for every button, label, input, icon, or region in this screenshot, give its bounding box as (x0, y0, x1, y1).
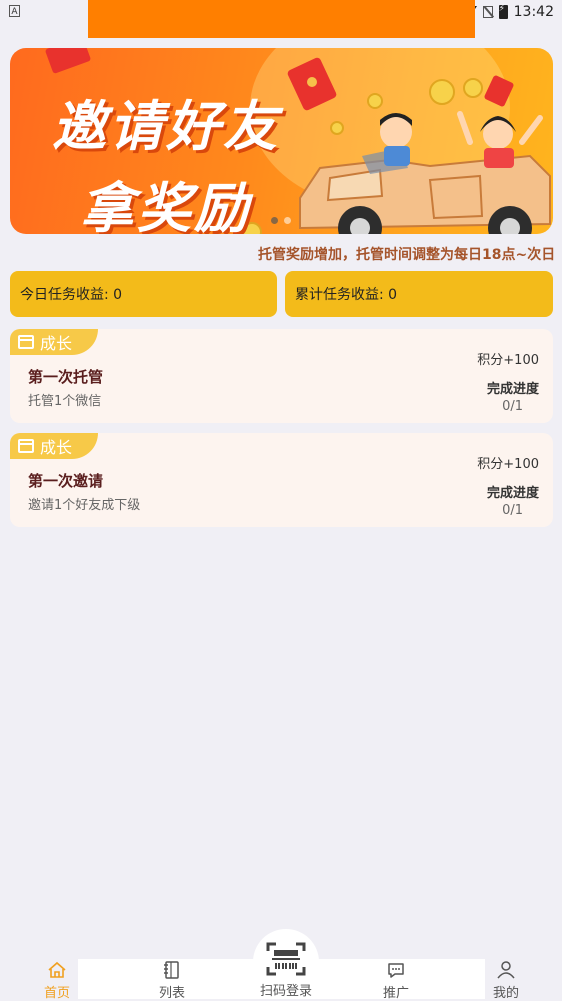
nav-scan[interactable] (257, 941, 315, 977)
task-tag: 成长 (10, 329, 98, 355)
nav-home-label: 首页 (43, 986, 70, 1001)
task-progress-label: 完成进度 (486, 486, 539, 501)
nav-promote-label: 推广 (382, 986, 409, 1001)
task-description: 托管1个微信 (28, 394, 102, 409)
archive-icon (18, 439, 34, 453)
task-tag-label: 成长 (40, 438, 73, 457)
task-card[interactable]: 成长 第一次托管 托管1个微信 积分+100 完成进度 0/1 (10, 329, 553, 423)
pagination-dot-1[interactable] (271, 217, 278, 224)
pagination-dot-2[interactable] (284, 217, 291, 224)
task-tag: 成长 (10, 433, 98, 459)
today-earnings-card: 今日任务收益: 0 (10, 271, 277, 317)
banner-subheadline: 拿奖励 (80, 177, 251, 234)
notification-icon: A (9, 5, 20, 17)
task-points: 积分+100 (477, 353, 539, 368)
promo-banner[interactable]: 邀请好友 拿奖励 (10, 48, 553, 234)
nav-scan-label: 扫码登录 (259, 984, 312, 999)
no-sim-icon (482, 6, 493, 18)
task-card[interactable]: 成长 第一次邀请 邀请1个好友成下级 积分+100 完成进度 0/1 (10, 433, 553, 527)
nav-list-label: 列表 (158, 986, 185, 1001)
archive-icon (18, 335, 34, 349)
battery-charging-icon (498, 4, 508, 19)
redacted-overlay (88, 0, 475, 38)
notebook-icon (164, 961, 179, 979)
task-tag-label: 成长 (40, 334, 73, 353)
nav-list[interactable]: 列表 (142, 960, 202, 1001)
task-progress: 0/1 (502, 503, 523, 518)
task-description: 邀请1个好友成下级 (28, 498, 141, 513)
task-progress-label: 完成进度 (486, 382, 539, 397)
announcement-marquee[interactable]: 托管奖励增加，托管时间调整为每日18点~次日 (258, 244, 562, 266)
chat-bubble-icon (388, 963, 404, 978)
banner-pagination (271, 217, 291, 224)
total-earnings-label: 累计任务收益: 0 (295, 287, 398, 303)
nav-home[interactable]: 首页 (27, 960, 87, 1001)
banner-headline: 邀请好友 (52, 95, 280, 158)
nav-mine-label: 我的 (492, 986, 519, 1001)
task-progress: 0/1 (502, 399, 523, 414)
total-earnings-card: 累计任务收益: 0 (285, 271, 553, 317)
status-time: 13:42 (513, 4, 554, 20)
task-points: 积分+100 (477, 457, 539, 472)
user-icon (497, 961, 515, 979)
scan-qr-icon (266, 942, 306, 976)
nav-mine[interactable]: 我的 (476, 960, 536, 1001)
home-icon (48, 961, 66, 978)
task-title: 第一次托管 (28, 368, 104, 386)
today-earnings-label: 今日任务收益: 0 (20, 287, 123, 303)
task-title: 第一次邀请 (28, 472, 104, 490)
nav-promote[interactable]: 推广 (366, 960, 426, 1001)
